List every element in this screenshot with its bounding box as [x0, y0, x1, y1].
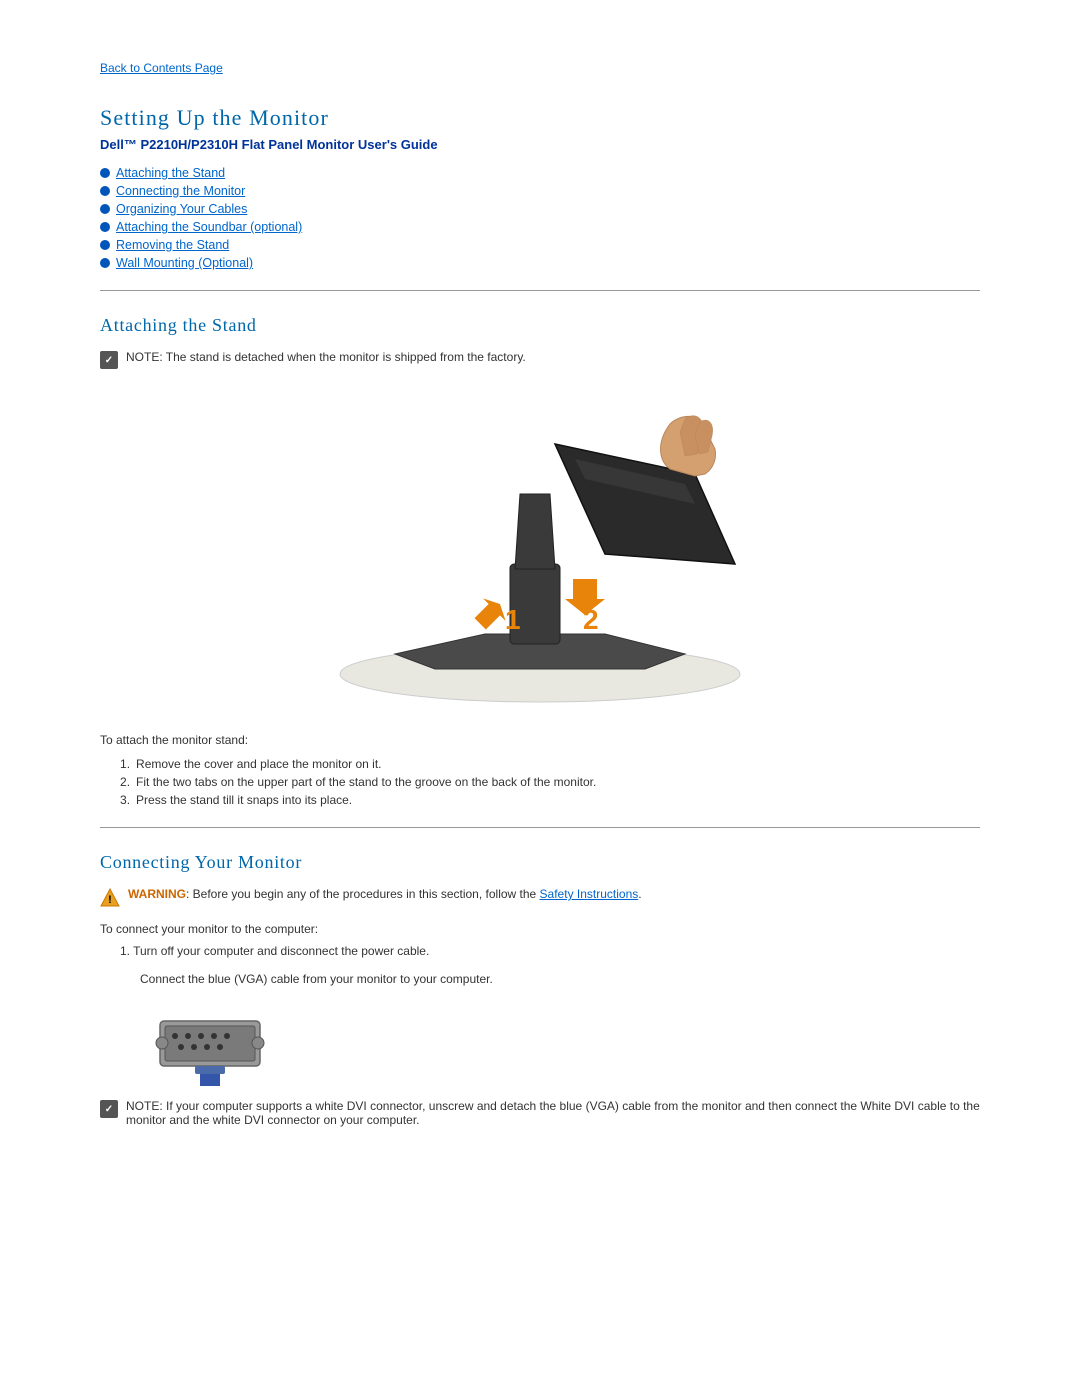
note-icon-1: ✓	[100, 351, 118, 369]
bullet-icon	[100, 186, 110, 196]
connect-step1: 1. Turn off your computer and disconnect…	[120, 944, 980, 958]
warning-icon: !	[100, 888, 120, 908]
stand-step-2: Fit the two tabs on the upper part of th…	[120, 775, 980, 789]
nav-link-wall-mounting[interactable]: Wall Mounting (Optional)	[116, 256, 253, 270]
divider-1	[100, 290, 980, 291]
stand-instruction-label: To attach the monitor stand:	[100, 733, 980, 747]
note-text-1: NOTE: The stand is detached when the mon…	[126, 350, 526, 364]
warning-box: ! WARNING: Before you begin any of the p…	[100, 887, 980, 908]
nav-link-connecting-monitor[interactable]: Connecting the Monitor	[116, 184, 245, 198]
stand-step-3: Press the stand till it snaps into its p…	[120, 793, 980, 807]
back-to-contents-link[interactable]: Back to Contents Page	[100, 61, 223, 75]
vga-connector-svg	[140, 996, 300, 1086]
note-box-2: ✓ NOTE: If your computer supports a whit…	[100, 1099, 980, 1127]
nav-link-attaching-stand[interactable]: Attaching the Stand	[116, 166, 225, 180]
attaching-stand-title: Attaching the Stand	[100, 315, 980, 336]
connecting-monitor-title: Connecting Your Monitor	[100, 852, 980, 873]
note-icon-2: ✓	[100, 1100, 118, 1118]
bullet-icon	[100, 240, 110, 250]
nav-link-removing-stand[interactable]: Removing the Stand	[116, 238, 229, 252]
nav-link-organizing-cables[interactable]: Organizing Your Cables	[116, 202, 247, 216]
stand-step-1: Remove the cover and place the monitor o…	[120, 757, 980, 771]
note-text-2: NOTE: If your computer supports a white …	[126, 1099, 980, 1127]
nav-item-removing-stand: Removing the Stand	[100, 238, 980, 252]
bullet-icon	[100, 204, 110, 214]
stand-image-area: 1 2	[100, 389, 980, 709]
nav-list: Attaching the Stand Connecting the Monit…	[100, 166, 980, 270]
stand-steps-list: Remove the cover and place the monitor o…	[120, 757, 980, 807]
safety-instructions-link[interactable]: Safety Instructions	[540, 887, 639, 901]
svg-text:2: 2	[583, 604, 599, 635]
svg-text:!: !	[108, 894, 112, 906]
warning-text: WARNING: Before you begin any of the pro…	[128, 887, 642, 901]
nav-link-attaching-soundbar[interactable]: Attaching the Soundbar (optional)	[116, 220, 302, 234]
warning-label: WARNING	[128, 887, 186, 901]
bullet-icon	[100, 222, 110, 232]
bullet-icon	[100, 258, 110, 268]
subtitle: Dell™ P2210H/P2310H Flat Panel Monitor U…	[100, 137, 980, 152]
divider-2	[100, 827, 980, 828]
nav-item-organizing-cables: Organizing Your Cables	[100, 202, 980, 216]
nav-item-wall-mounting: Wall Mounting (Optional)	[100, 256, 980, 270]
warning-period: .	[638, 887, 641, 901]
warning-text-content: : Before you begin any of the procedures…	[186, 887, 540, 901]
vga-image-area	[140, 996, 980, 1089]
bullet-icon	[100, 168, 110, 178]
nav-item-connecting-monitor: Connecting the Monitor	[100, 184, 980, 198]
connect-label: To connect your monitor to the computer:	[100, 922, 980, 936]
nav-item-attaching-soundbar: Attaching the Soundbar (optional)	[100, 220, 980, 234]
svg-text:1: 1	[505, 604, 521, 635]
connect-vga-label: Connect the blue (VGA) cable from your m…	[140, 972, 980, 986]
page-container: Back to Contents Page Setting Up the Mon…	[0, 0, 1080, 1205]
stand-diagram-svg: 1 2	[315, 394, 765, 704]
note-box-1: ✓ NOTE: The stand is detached when the m…	[100, 350, 980, 369]
page-title: Setting Up the Monitor	[100, 105, 980, 131]
nav-item-attaching-stand: Attaching the Stand	[100, 166, 980, 180]
